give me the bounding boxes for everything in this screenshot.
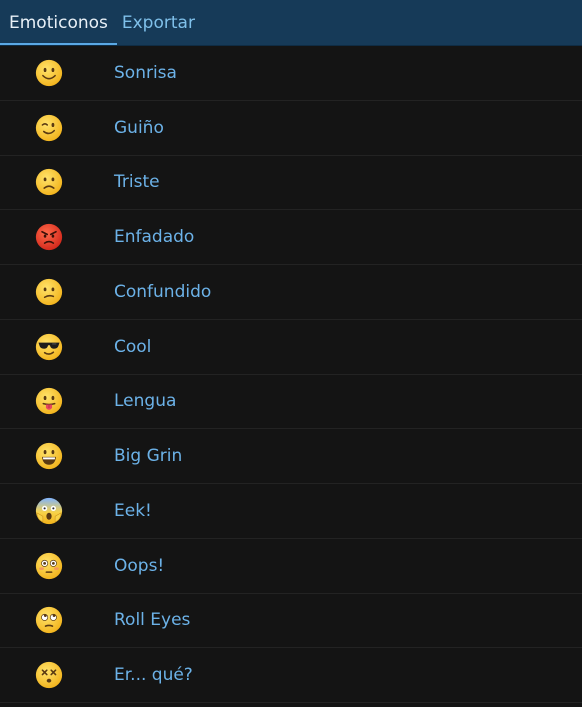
emoticon-row-big-grin[interactable]: Big Grin — [0, 429, 582, 484]
emoticon-label: Lengua — [114, 391, 177, 412]
smile-icon — [34, 58, 64, 88]
tab-exportar[interactable]: Exportar — [117, 0, 204, 45]
emoticon-label: Enfadado — [114, 227, 195, 248]
emoticon-label: Cool — [114, 336, 152, 357]
tab-emoticonos[interactable]: Emoticonos — [0, 0, 117, 45]
emoticon-row-enfadado[interactable]: Enfadado — [0, 210, 582, 265]
emoticon-row-eek[interactable]: Eek! — [0, 484, 582, 539]
emoticon-row-roll-eyes[interactable]: Roll Eyes — [0, 594, 582, 649]
emoticon-list: Sonrisa Guiño Triste Enfadado Confundido… — [0, 46, 582, 703]
emoticon-panel: Emoticonos Exportar Sonrisa Guiño Triste… — [0, 0, 582, 707]
roll-eyes-icon — [34, 605, 64, 635]
tongue-icon — [34, 386, 64, 416]
confused-icon — [34, 277, 64, 307]
emoticon-row-oops[interactable]: Oops! — [0, 539, 582, 594]
emoticon-label: Sonrisa — [114, 62, 177, 83]
angry-icon — [34, 222, 64, 252]
emoticon-row-confundido[interactable]: Confundido — [0, 265, 582, 320]
big-grin-icon — [34, 441, 64, 471]
scream-icon — [34, 496, 64, 526]
emoticon-row-guino[interactable]: Guiño — [0, 101, 582, 156]
emoticon-row-lengua[interactable]: Lengua — [0, 375, 582, 430]
emoticon-label: Er... qué? — [114, 665, 193, 686]
tab-bar: Emoticonos Exportar — [0, 0, 582, 46]
emoticon-row-triste[interactable]: Triste — [0, 156, 582, 211]
emoticon-label: Big Grin — [114, 446, 183, 467]
emoticon-row-sonrisa[interactable]: Sonrisa — [0, 46, 582, 101]
emoticon-label: Triste — [114, 172, 160, 193]
sunglasses-icon — [34, 332, 64, 362]
emoticon-label: Guiño — [114, 117, 164, 138]
emoticon-label: Roll Eyes — [114, 610, 191, 631]
emoticon-label: Confundido — [114, 281, 212, 302]
emoticon-row-cool[interactable]: Cool — [0, 320, 582, 375]
emoticon-row-er-que[interactable]: Er... qué? — [0, 648, 582, 703]
dizzy-icon — [34, 660, 64, 690]
wink-icon — [34, 113, 64, 143]
emoticon-label: Eek! — [114, 500, 152, 521]
emoticon-label: Oops! — [114, 555, 165, 576]
flushed-icon — [34, 551, 64, 581]
sad-icon — [34, 167, 64, 197]
